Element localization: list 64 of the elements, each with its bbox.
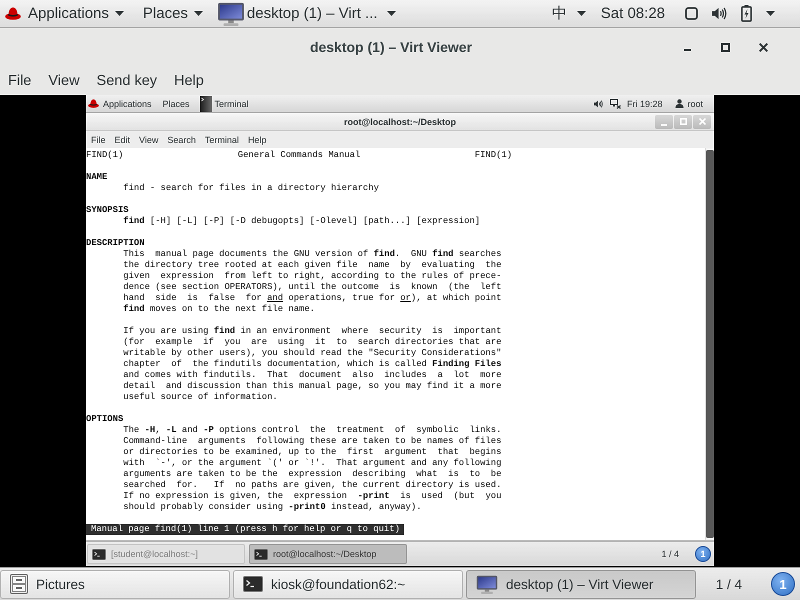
- clock-button[interactable]: Sat 08:28: [600, 2, 665, 26]
- hat-icon: [88, 99, 99, 108]
- manual-paragraph: find - search for files in a directory hierarchy: [123, 183, 379, 194]
- section-heading: OPTIONS: [86, 414, 124, 425]
- network-icon: [610, 98, 621, 108]
- menu-item[interactable]: Help: [248, 134, 266, 144]
- hat-icon: [5, 7, 21, 20]
- menu-item[interactable]: Help: [174, 72, 204, 88]
- menu-item[interactable]: Search: [167, 134, 196, 144]
- section-heading: NAME: [86, 172, 108, 183]
- close-icon: [698, 118, 706, 125]
- caret-icon: [386, 11, 396, 16]
- terminal-icon: [254, 548, 268, 560]
- caret-icon: [114, 11, 124, 16]
- panel-menu[interactable]: Places: [162, 96, 190, 112]
- panel-menu[interactable]: Applications: [28, 2, 124, 26]
- workspace-pager[interactable]: 1 / 4: [661, 549, 679, 559]
- speaker-icon: [712, 7, 727, 20]
- taskbar-button[interactable]: kiosk@foundation62:~: [233, 570, 463, 598]
- workspace-pager[interactable]: 1 / 4: [716, 576, 742, 592]
- manual-paragraph: This manual page documents the GNU version of find. GNU find searches the directory tree rooted at each given file name by evaluating the given expression from left to right, according to the rules of prece- dence (see section OPERATORS), until the outcome is known (the left hand side is false for and operations, true for or), at which point find moves on to the next file name.: [123, 249, 502, 315]
- menu-item[interactable]: View: [139, 134, 158, 144]
- manual-paragraph: find [-H] [-L] [-P] [-D debugopts] [-Olevel] [path...] [expression]: [123, 216, 480, 227]
- menu-item[interactable]: File: [91, 134, 106, 144]
- caret-icon: [576, 11, 586, 16]
- window-title: desktop (1) – Virt Viewer: [310, 39, 472, 55]
- input-method-button[interactable]: 中: [552, 2, 586, 26]
- person-icon: [675, 99, 684, 108]
- menu-item[interactable]: File: [8, 72, 32, 88]
- menu-item[interactable]: View: [48, 72, 80, 88]
- page-header: FIND(1): [86, 150, 124, 161]
- maximize-icon: [680, 118, 686, 125]
- manual-paragraph: If you are using find in an environment where security is important (for example if you are using it to search directories that are writable by other users), you should read the "Security Considerations" chapter of the findutils documentation, which is called Finding Files and comes with findutils. That document also includes a lot more detail and discussion than this manual page, so you may find it a more useful source of information.: [123, 326, 502, 403]
- rounded-square-icon: [685, 7, 698, 20]
- minimize-icon: [684, 49, 690, 51]
- panel-menu[interactable]: Applications: [103, 96, 152, 112]
- page-header: FIND(1): [474, 150, 512, 161]
- close-icon: [758, 42, 768, 52]
- caret-icon: [194, 11, 203, 16]
- clock: Fri 19:28: [626, 98, 662, 108]
- menu-item[interactable]: Edit: [114, 134, 130, 144]
- terminal-icon: [243, 576, 263, 592]
- section-heading: DESCRIPTION: [86, 238, 145, 249]
- maximize-icon: [720, 42, 730, 52]
- terminal-title: root@localhost:~/Desktop: [344, 116, 456, 126]
- battery-charging-icon: [741, 5, 752, 22]
- menu-item[interactable]: Send key: [96, 72, 158, 88]
- page-header: General Commands Manual: [238, 150, 360, 161]
- taskbar-button[interactable]: Pictures: [0, 570, 230, 598]
- caret-icon: [766, 11, 775, 16]
- taskbar-button[interactable]: desktop (1) – Virt Viewer: [466, 570, 696, 598]
- taskbar-button[interactable]: root@localhost:~/Desktop: [249, 544, 407, 564]
- monitor-icon: [476, 574, 498, 594]
- user-menu-button[interactable]: root: [675, 96, 703, 112]
- window-list-button[interactable]: desktop (1) – Virt ...: [216, 2, 396, 26]
- window-list-button[interactable]: Terminal: [200, 96, 249, 112]
- file-cabinet-icon: [10, 574, 28, 594]
- terminal-icon: [92, 548, 106, 560]
- manual-paragraph: The -H, -L and -P options control the treatment of symbolic links. Command-line arguments following these are taken to be names of files or directories to be examined, up to the first argument that begins with `-', or the argument `(' or `!'. That argument and any following arguments are taken to be the expression describing what is to be searched for. If no paths are given, the current directory is used. If no expression is given, the expression -print is used (but you should probably consider using -print0 instead, anyway).: [123, 425, 502, 513]
- panel-menu[interactable]: Places: [142, 2, 203, 26]
- minimize-icon: [661, 124, 667, 126]
- menu-item[interactable]: Terminal: [204, 134, 239, 144]
- speaker-icon: [594, 100, 603, 108]
- section-heading: SYNOPSIS: [86, 205, 129, 216]
